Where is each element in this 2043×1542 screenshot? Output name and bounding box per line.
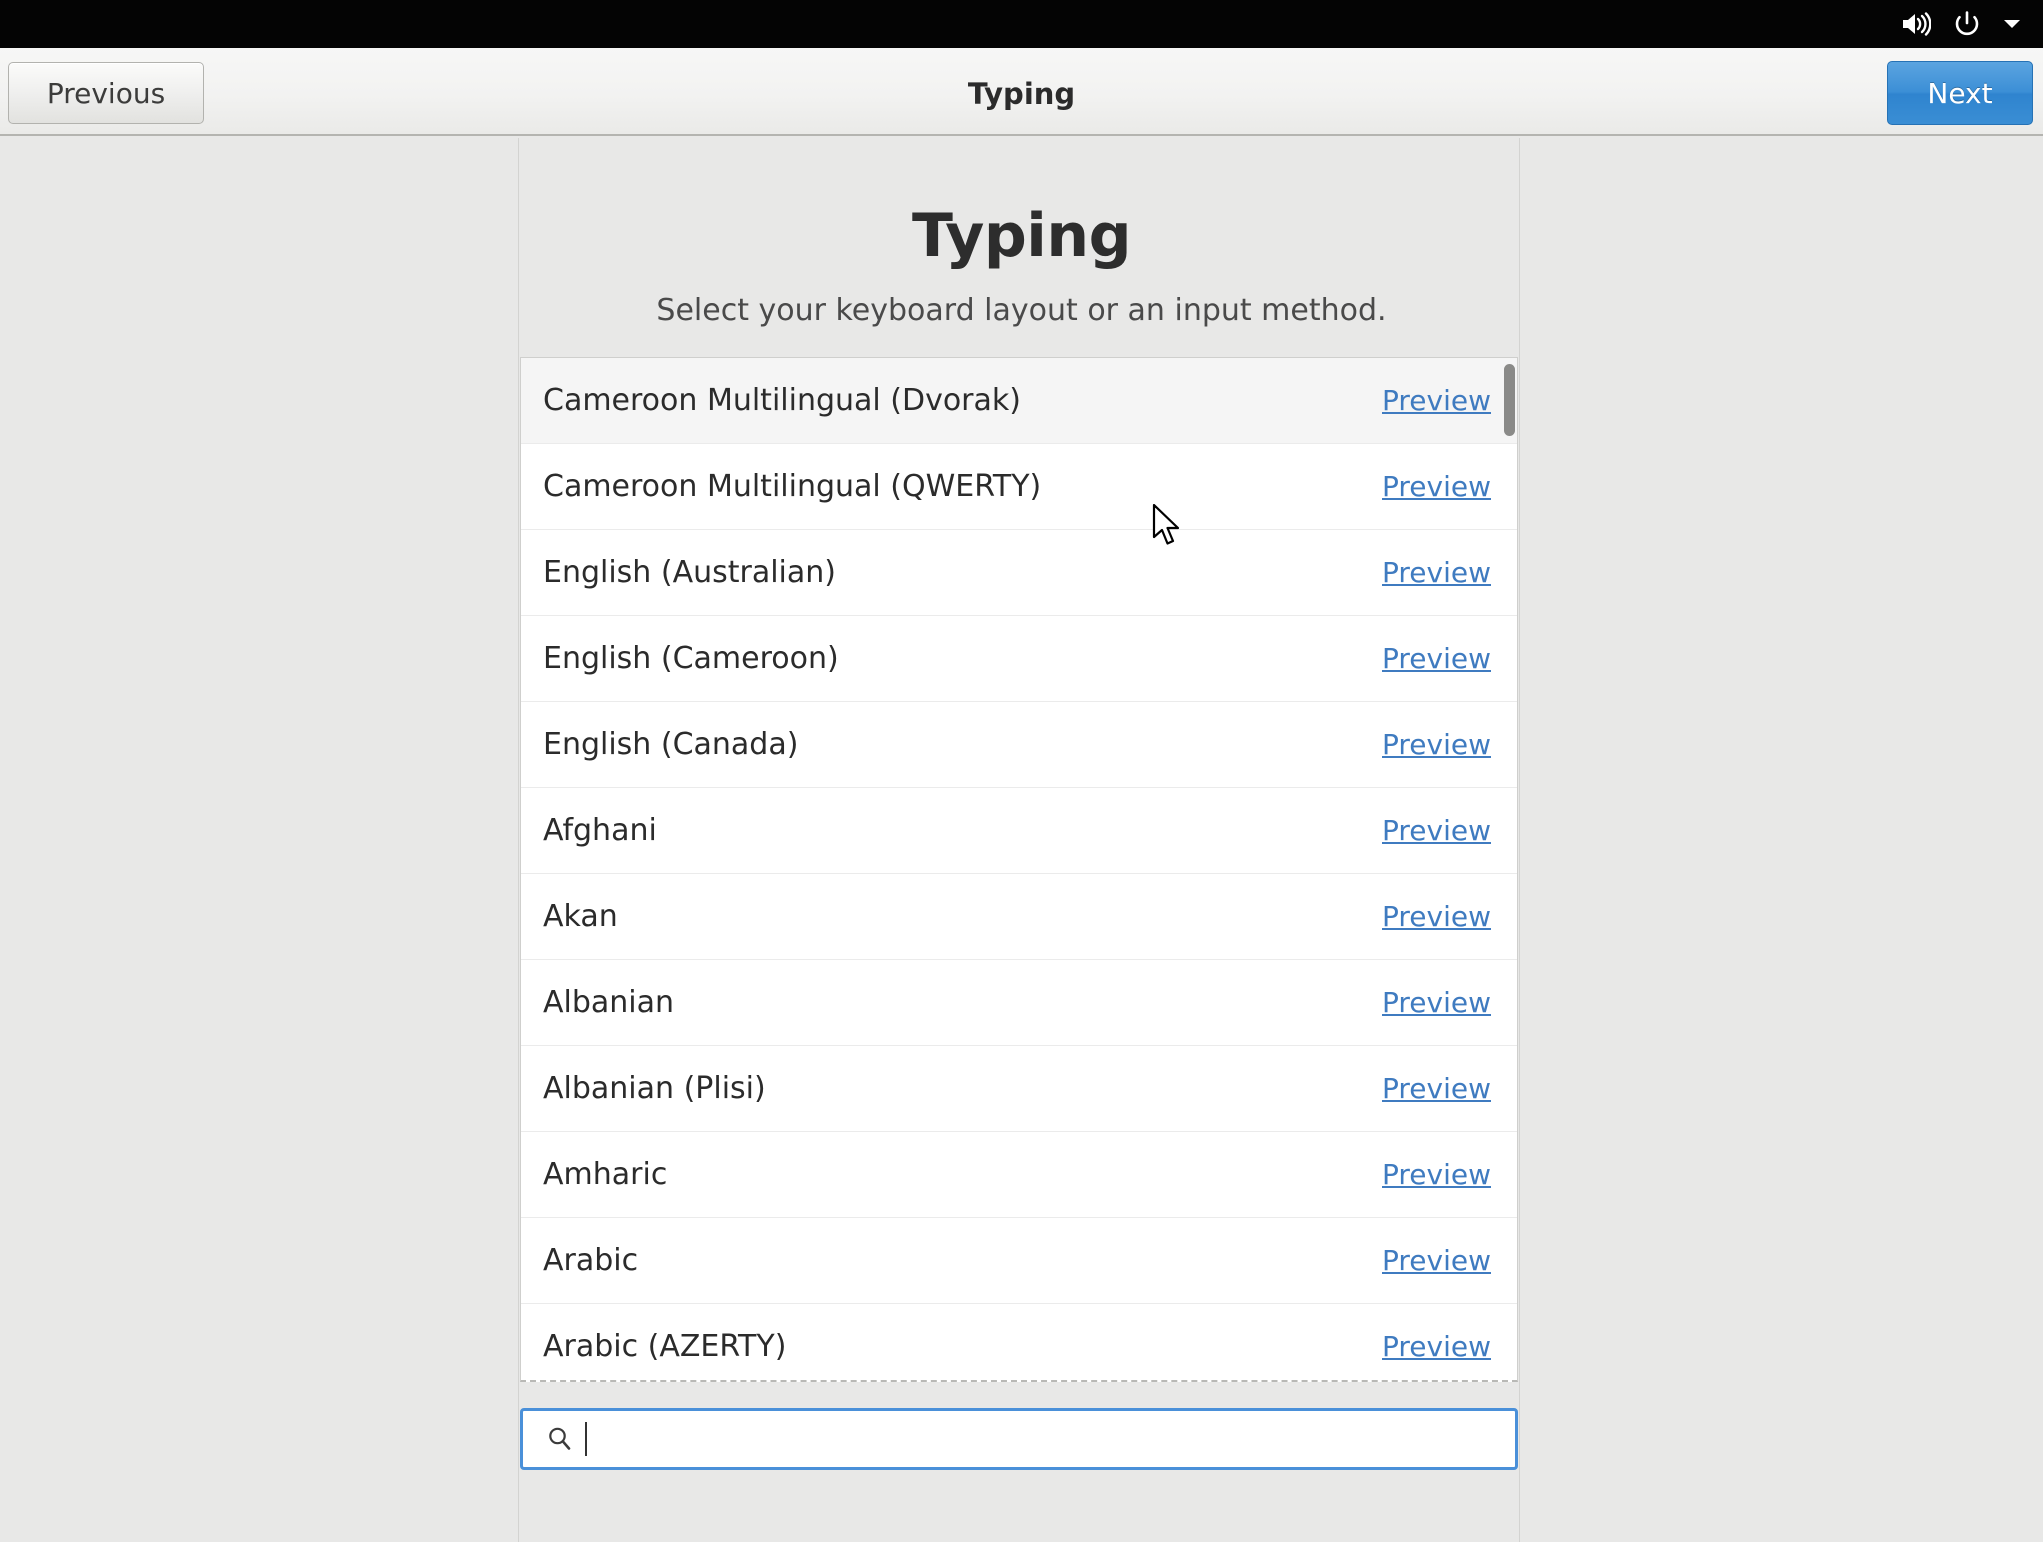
layout-name: Cameroon Multilingual (QWERTY) (543, 469, 1042, 504)
search-input[interactable] (587, 1414, 1515, 1464)
wizard-header: Previous Typing Next (0, 48, 2043, 136)
layout-row[interactable]: Arabic (AZERTY) Preview (521, 1304, 1517, 1380)
volume-icon[interactable] (1901, 11, 1932, 37)
keyboard-layout-list[interactable]: Cameroon Multilingual (Dvorak) Preview Cam… (520, 357, 1518, 1382)
layout-row[interactable]: Akan Preview (521, 874, 1517, 960)
layout-name: Arabic (543, 1243, 639, 1278)
preview-link[interactable]: Preview (1382, 1072, 1491, 1105)
search-field[interactable] (520, 1408, 1518, 1470)
layout-name: Albanian (543, 985, 675, 1020)
system-tray (1901, 10, 2021, 38)
layout-row[interactable]: English (Cameroon) Preview (521, 616, 1517, 702)
list-scrollbar-thumb[interactable] (1504, 364, 1515, 436)
layout-name: Albanian (Plisi) (543, 1071, 766, 1106)
layout-name: Cameroon Multilingual (Dvorak) (543, 383, 1021, 418)
layout-name: English (Cameroon) (543, 641, 839, 676)
header-title: Typing (967, 77, 1076, 111)
layout-row[interactable]: Cameroon Multilingual (QWERTY) Preview (521, 444, 1517, 530)
layout-name: Akan (543, 899, 618, 934)
previous-button[interactable]: Previous (8, 62, 204, 124)
page-content: Typing Select your keyboard layout or an… (0, 138, 2043, 1542)
layout-row[interactable]: Arabic Preview (521, 1218, 1517, 1304)
preview-link[interactable]: Preview (1382, 556, 1491, 589)
layout-name: Arabic (AZERTY) (543, 1329, 787, 1364)
layout-name: English (Australian) (543, 555, 836, 590)
page-title: Typing (911, 201, 1132, 271)
layout-name: Amharic (543, 1157, 668, 1192)
next-button[interactable]: Next (1887, 61, 2033, 125)
panel-divider-right (1519, 138, 1520, 1542)
layout-row[interactable]: Amharic Preview (521, 1132, 1517, 1218)
preview-link[interactable]: Preview (1382, 1158, 1491, 1191)
preview-link[interactable]: Preview (1382, 1244, 1491, 1277)
preview-link[interactable]: Preview (1382, 900, 1491, 933)
search-icon (545, 1424, 575, 1454)
preview-link[interactable]: Preview (1382, 814, 1491, 847)
preview-link[interactable]: Preview (1382, 1330, 1491, 1363)
layout-row[interactable]: English (Australian) Preview (521, 530, 1517, 616)
preview-link[interactable]: Preview (1382, 384, 1491, 417)
layout-row[interactable]: Albanian Preview (521, 960, 1517, 1046)
preview-link[interactable]: Preview (1382, 728, 1491, 761)
chevron-down-icon[interactable] (2003, 18, 2021, 30)
layout-name: English (Canada) (543, 727, 799, 762)
preview-link[interactable]: Preview (1382, 642, 1491, 675)
layout-row[interactable]: Albanian (Plisi) Preview (521, 1046, 1517, 1132)
list-scrollbar[interactable] (1503, 360, 1515, 1379)
layout-row[interactable]: Afghani Preview (521, 788, 1517, 874)
preview-link[interactable]: Preview (1382, 986, 1491, 1019)
layout-name: Afghani (543, 813, 657, 848)
system-tray-bar (0, 0, 2043, 48)
panel-divider-left (518, 138, 519, 1542)
power-icon[interactable] (1953, 10, 1981, 38)
layout-row[interactable]: English (Canada) Preview (521, 702, 1517, 788)
preview-link[interactable]: Preview (1382, 470, 1491, 503)
page-subtitle: Select your keyboard layout or an input … (656, 293, 1387, 328)
layout-row[interactable]: Cameroon Multilingual (Dvorak) Preview (521, 358, 1517, 444)
